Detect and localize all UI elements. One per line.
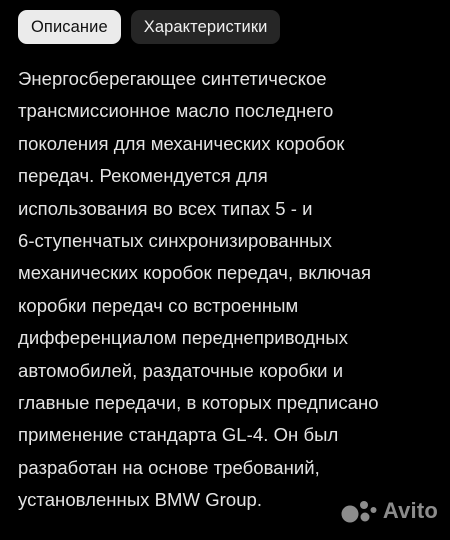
- description-line: использования во всех типах 5 - и: [18, 197, 313, 219]
- description-line: дифференциалом переднеприводных: [18, 327, 349, 349]
- description-line: передач. Рекомендуется для: [18, 165, 268, 187]
- avito-watermark: Avito: [339, 498, 438, 524]
- description-line: применение стандарта GL-4. Он был: [18, 424, 339, 446]
- description-line: коробки передач со встроенным: [18, 294, 299, 316]
- avito-logo-icon: [341, 501, 377, 523]
- description-line: Энергосберегающее синтетическое: [18, 68, 327, 89]
- avito-watermark-text: Avito: [382, 498, 438, 523]
- tab-bar: Описание Характеристики: [18, 10, 281, 44]
- product-description-screen: Описание Характеристики Энергосберегающе…: [0, 0, 450, 540]
- description-line: поколения для механических коробок: [18, 132, 345, 154]
- description-line: механических коробок передач, включая: [18, 262, 372, 284]
- tab-specifications[interactable]: Характеристики: [130, 10, 281, 44]
- description-line: трансмиссионное масло последнего: [18, 100, 334, 122]
- description-line: главные передачи, в которых предписано: [18, 392, 379, 414]
- tab-description[interactable]: Описание: [18, 10, 121, 44]
- description-line: автомобилей, раздаточные коробки и: [18, 359, 344, 381]
- description-text: Энергосберегающее синтетическое трансмис…: [18, 63, 446, 517]
- description-line: 6-ступенчатых синхронизированных: [18, 230, 332, 252]
- description-line: разработан на основе требований,: [18, 456, 320, 478]
